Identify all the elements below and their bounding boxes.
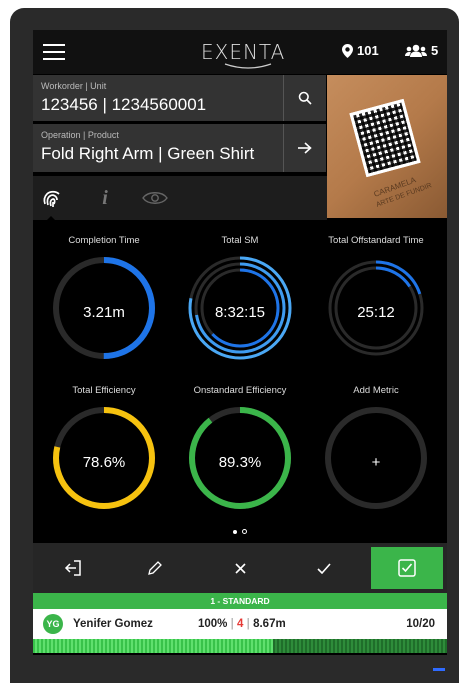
metric-title: Total Offstandard Time (328, 235, 424, 246)
tab-fingerprint[interactable] (39, 184, 67, 212)
metric-value: 8:32:15 (214, 304, 266, 321)
metric-value: 3.21m (83, 304, 125, 321)
metric-title: Total Efficiency (72, 385, 136, 396)
search-icon (298, 91, 312, 105)
operator-efficiency: 100% (198, 618, 228, 630)
metric-title: Completion Time (68, 235, 140, 246)
edit-button[interactable] (125, 543, 185, 593)
close-icon (234, 562, 246, 574)
metric-total-offstandard-time[interactable]: Total Offstandard Time 25:12 (308, 235, 444, 363)
operator-row[interactable]: YG Yenifer Gomez 100% | 4 | 8.67m 10/20 (33, 609, 447, 639)
fingerprint-icon (43, 190, 60, 208)
operation-field[interactable]: Operation | Product Fold Right Arm | Gre… (33, 124, 326, 172)
workorder-field[interactable]: Workorder | Unit 123456 | 1234560001 (33, 75, 326, 121)
logout-icon (64, 560, 81, 576)
users-indicator[interactable]: 5 (405, 43, 438, 58)
production-progress-bar (33, 639, 447, 653)
user-count: 5 (431, 43, 439, 58)
checkbox-icon (398, 559, 416, 577)
top-bar: EXENTA 101 5 (33, 30, 447, 74)
confirm-button[interactable] (294, 543, 354, 593)
location-indicator[interactable]: 101 (342, 43, 379, 58)
plus-icon: + (371, 454, 381, 471)
product-photo: CARAMELA ARTE DE FUNDIR (327, 75, 447, 218)
metric-total-efficiency[interactable]: Total Efficiency 78.6% (36, 385, 172, 513)
metric-value: 25:12 (357, 304, 395, 321)
standard-header: 1 - STANDARD (33, 593, 447, 609)
metric-title: Add Metric (353, 385, 399, 396)
operator-pieces: 10/20 (406, 618, 435, 630)
page-dot-active[interactable] (233, 530, 237, 534)
submit-button[interactable] (371, 547, 443, 589)
metric-total-sm[interactable]: Total SM 8:32:15 (172, 235, 308, 363)
avatar: YG (43, 614, 63, 634)
tab-info[interactable]: i (91, 184, 119, 212)
info-icon: i (102, 186, 108, 209)
search-button[interactable] (283, 75, 326, 121)
check-icon (317, 562, 331, 574)
action-bar (33, 543, 447, 593)
eye-icon (142, 192, 168, 204)
nav-indicator (433, 668, 445, 671)
progress-fill (33, 639, 274, 653)
pagination-dots (233, 521, 252, 539)
operator-time: 8.67m (253, 618, 286, 630)
add-metric-button[interactable]: Add Metric + (308, 385, 444, 513)
photo-label-text: CARAMELA ARTE DE FUNDIR (373, 175, 433, 209)
metric-title: Onstandard Efficiency (193, 385, 287, 396)
metric-title: Total SM (221, 235, 259, 246)
page-dot[interactable] (242, 529, 247, 534)
workorder-value: 123456 | 1234560001 (41, 95, 207, 114)
users-icon (405, 44, 427, 57)
metric-onstandard-efficiency[interactable]: Onstandard Efficiency 89.3% (172, 385, 308, 513)
operator-name: Yenifer Gomez (73, 618, 153, 630)
app-screen: EXENTA 101 5 Workorder | Unit 123456 | 1… (33, 30, 447, 655)
logo-swoosh-icon (224, 63, 272, 69)
metric-completion-time[interactable]: Completion Time 3.21m (36, 235, 172, 363)
operation-next-button[interactable] (283, 124, 326, 172)
hamburger-menu-icon[interactable] (43, 44, 65, 60)
pencil-icon (148, 561, 162, 575)
metric-value: 78.6% (82, 454, 126, 471)
separator: | (230, 618, 234, 630)
logout-button[interactable] (43, 543, 103, 593)
view-tabs: i (33, 176, 327, 222)
operator-count-red: 4 (237, 618, 244, 630)
operator-stats: 100% | 4 | 8.67m (198, 618, 286, 630)
tab-view[interactable] (141, 184, 169, 212)
workorder-label: Workorder | Unit (41, 81, 107, 91)
active-tab-indicator (45, 216, 57, 222)
location-count: 101 (357, 43, 379, 58)
separator: | (246, 618, 250, 630)
metric-value: 89.3% (218, 454, 262, 471)
cancel-button[interactable] (210, 543, 270, 593)
operation-label: Operation | Product (41, 130, 119, 140)
arrow-right-icon (298, 142, 312, 154)
app-logo: EXENTA (201, 40, 286, 64)
map-pin-icon (342, 43, 353, 58)
operation-value: Fold Right Arm | Green Shirt (41, 144, 255, 163)
